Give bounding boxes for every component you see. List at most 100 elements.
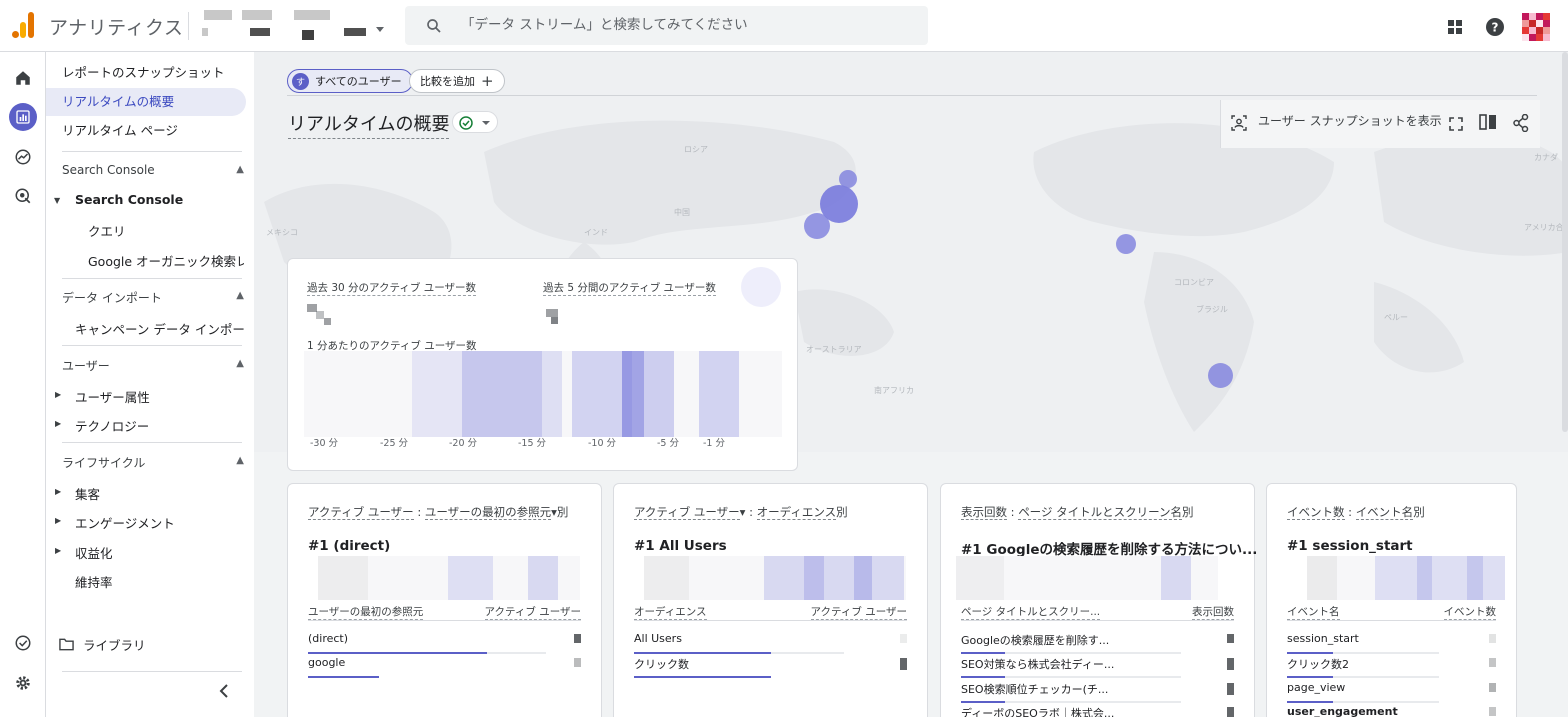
section-user[interactable]: ユーザー ▲ — [62, 357, 246, 374]
card-header: イベント数 : イベント名別 — [1287, 504, 1425, 520]
user-snapshot-icon[interactable] — [1231, 115, 1247, 135]
share-icon[interactable] — [1513, 113, 1529, 136]
nav-retention[interactable]: 維持率 — [75, 572, 113, 591]
fullscreen-icon[interactable] — [1449, 116, 1463, 135]
account-selector[interactable] — [198, 8, 388, 44]
chip-all-users[interactable]: す すべてのユーザー — [287, 69, 413, 93]
table-row[interactable]: クリック数 — [634, 654, 907, 678]
column-header[interactable]: アクティブ ユーザー — [484, 604, 581, 620]
nav-realtime-overview[interactable]: リアルタイムの概要 — [46, 88, 246, 116]
scrollbar[interactable] — [1562, 52, 1568, 432]
nav-monetization[interactable]: 収益化 — [75, 543, 113, 562]
card-header: アクティブ ユーザー : ユーザーの最初の参照元▾別 — [308, 504, 568, 520]
sparkline — [1307, 556, 1505, 600]
dimension-selector[interactable]: ユーザーの最初の参照元 — [424, 505, 552, 520]
column-header[interactable]: オーディエンス — [634, 604, 707, 620]
section-label: Search Console — [62, 163, 155, 177]
row-label: クリック数 — [634, 658, 689, 671]
column-header[interactable]: ページ タイトルとスクリー... — [961, 604, 1101, 620]
dimension-selector[interactable]: イベント名 — [1355, 505, 1414, 520]
column-header[interactable]: イベント名 — [1287, 604, 1340, 620]
analytics-logo-icon[interactable] — [12, 12, 36, 38]
map-bubble[interactable] — [1116, 234, 1136, 254]
tick-label: -15 分 — [518, 438, 547, 449]
sparkline — [318, 556, 580, 600]
nav-sc-organic[interactable]: Google オーガニック検索レ... — [88, 251, 244, 270]
metric-selector[interactable]: アクティブ ユーザー — [634, 505, 740, 520]
row-label: google — [308, 656, 346, 669]
explore-icon[interactable] — [9, 143, 37, 171]
dimension-selector[interactable]: オーディエンス — [756, 505, 837, 520]
admin-check-icon[interactable] — [9, 629, 37, 657]
table-row[interactable]: page_view — [1287, 679, 1496, 703]
main-content: ロシア カナダ アメリカ合衆国 メキシコ ブラジル オーストラリア 中国 インド… — [254, 52, 1568, 717]
redacted-value — [1489, 707, 1496, 716]
table-row[interactable]: ディーボのSEOラボ｜株式会... — [961, 703, 1234, 717]
table-row[interactable]: SEO対策なら株式会社ディー... — [961, 654, 1234, 678]
section-lifecycle[interactable]: ライフサイクル ▲ — [62, 454, 246, 471]
nav-sc-group[interactable]: Search Console — [75, 192, 183, 207]
redacted-value — [316, 311, 324, 319]
home-icon[interactable] — [9, 64, 37, 92]
map-label: 中国 — [674, 208, 690, 217]
dimension-selector[interactable]: ページ タイトルとスクリーン名 — [1018, 505, 1183, 520]
status-dropdown[interactable] — [452, 111, 498, 133]
nav-library[interactable]: ライブラリ — [83, 635, 146, 654]
map-bubble[interactable] — [804, 213, 830, 239]
column-header[interactable]: イベント数 — [1443, 604, 1496, 620]
avatar[interactable] — [1522, 13, 1550, 41]
sparkline — [644, 556, 906, 600]
help-icon[interactable]: ? — [1482, 14, 1508, 40]
section-search-console[interactable]: Search Console ▲ — [62, 163, 246, 177]
tick-label: -10 分 — [588, 438, 617, 449]
reports-icon[interactable] — [9, 103, 37, 131]
settings-gear-icon[interactable] — [9, 669, 37, 697]
divider — [188, 12, 189, 40]
nav-acquisition[interactable]: 集客 — [75, 484, 100, 503]
column-header[interactable]: 表示回数 — [1192, 604, 1234, 620]
table-row[interactable]: SEO検索順位チェッカー(チ... — [961, 679, 1234, 703]
nav-realtime-page[interactable]: リアルタイム ページ — [46, 117, 246, 145]
section-data-import[interactable]: データ インポート ▲ — [62, 289, 246, 306]
advertising-icon[interactable] — [9, 182, 37, 210]
nav-user-attributes[interactable]: ユーザー属性 — [75, 387, 150, 406]
apps-grid-icon[interactable] — [1442, 14, 1468, 40]
map-label: コロンビア — [1174, 278, 1214, 287]
table-row[interactable]: user_engagement — [1287, 703, 1496, 717]
row-label: SEO検索順位チェッカー(チ... — [961, 683, 1109, 696]
top-rank: #1 All Users — [634, 538, 727, 554]
nav-snapshot[interactable]: レポートのスナップショット — [46, 59, 246, 87]
spark-bar — [854, 556, 872, 600]
divider — [62, 345, 242, 346]
header-separator: : — [1344, 505, 1356, 519]
column-header[interactable]: ユーザーの最初の参照元 — [308, 604, 424, 620]
table-row[interactable]: Googleの検索履歴を削除す... — [961, 630, 1234, 654]
sparkline — [956, 556, 1218, 600]
row-label: Googleの検索履歴を削除す... — [961, 634, 1110, 647]
nav-import-campaign[interactable]: キャンペーン データ インポー... — [75, 319, 244, 338]
caret-right-icon: ▶ — [55, 487, 62, 496]
metric-selector[interactable]: アクティブ ユーザー — [308, 505, 414, 520]
nav-sc-query[interactable]: クエリ — [88, 221, 126, 240]
nav-engagement[interactable]: エンゲージメント — [75, 513, 175, 532]
table-row[interactable]: google — [308, 654, 581, 678]
metric-selector[interactable]: 表示回数 — [961, 505, 1007, 520]
add-comparison-button[interactable]: 比較を追加 + — [409, 69, 505, 93]
top-rank: #1 Googleの検索履歴を削除する方法につい... — [961, 542, 1258, 558]
metric-selector[interactable]: イベント数 — [1287, 505, 1345, 520]
active-5min-label[interactable]: 過去 5 分間のアクティブ ユーザー数 — [543, 280, 716, 296]
table-row[interactable]: session_start — [1287, 630, 1496, 654]
map-label: ブラジル — [1196, 305, 1228, 314]
collapse-chevron-icon[interactable] — [218, 684, 230, 702]
column-header[interactable]: アクティブ ユーザー — [810, 604, 907, 620]
active-30min-label[interactable]: 過去 30 分のアクティブ ユーザー数 — [307, 280, 477, 296]
user-snapshot-button[interactable]: ユーザー スナップショットを表示 — [1258, 112, 1442, 129]
search-input[interactable] — [461, 12, 901, 38]
table-row[interactable]: (direct) — [308, 630, 581, 654]
table-row[interactable]: All Users — [634, 630, 907, 654]
compare-icon[interactable] — [1479, 114, 1497, 134]
nav-technology[interactable]: テクノロジー — [75, 416, 149, 435]
table-row[interactable]: クリック数2 — [1287, 654, 1496, 678]
search-box[interactable] — [405, 6, 928, 45]
map-bubble[interactable] — [1208, 363, 1233, 388]
